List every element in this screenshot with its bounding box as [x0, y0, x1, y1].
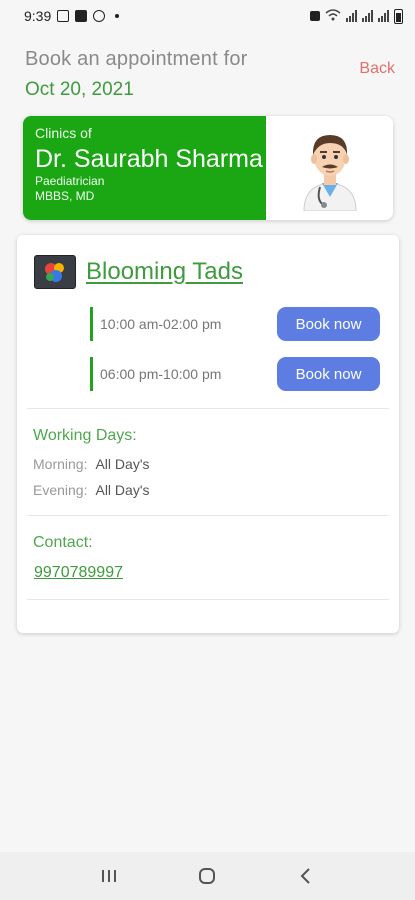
appointment-date: Oct 20, 2021	[25, 79, 134, 100]
divider	[27, 515, 389, 516]
book-now-button-1[interactable]: Book now	[277, 307, 380, 341]
book-now-button-2[interactable]: Book now	[277, 357, 380, 391]
divider	[27, 408, 389, 409]
evening-row: Evening: All Day's	[33, 482, 150, 498]
doctor-card: Clinics of Dr. Saurabh Sharma Paediatric…	[23, 116, 393, 220]
evening-label: Evening:	[33, 482, 88, 498]
recent-apps-button[interactable]	[89, 860, 129, 892]
battery-icon	[394, 8, 403, 24]
signal-icon-1	[346, 10, 357, 22]
working-days-title: Working Days:	[33, 427, 137, 444]
instagram-icon	[93, 10, 106, 22]
alarm-icon	[310, 11, 320, 21]
screen: 9:39 Book an appointment for Oct 20, 202…	[0, 0, 415, 900]
system-nav-bar	[0, 852, 415, 900]
header: Book an appointment for Oct 20, 2021 Bac…	[25, 48, 395, 101]
doctor-info: Clinics of Dr. Saurabh Sharma Paediatric…	[23, 116, 266, 220]
doctor-specialty: Paediatrician	[35, 174, 105, 188]
home-button[interactable]	[187, 860, 227, 892]
morning-value: All Day's	[95, 456, 150, 472]
doctor-avatar-icon	[266, 116, 393, 220]
clinics-of-label: Clinics of	[35, 125, 92, 141]
doctor-name: Dr. Saurabh Sharma	[35, 145, 263, 173]
back-nav-button[interactable]	[286, 860, 326, 892]
morning-label: Morning:	[33, 456, 88, 472]
more-notifications-icon	[115, 14, 120, 18]
app-notification-icon	[75, 10, 88, 22]
divider	[27, 599, 389, 600]
wifi-icon	[325, 8, 341, 24]
slot-indicator	[90, 307, 93, 341]
status-time: 9:39	[24, 8, 52, 24]
clinic-logo-icon	[34, 255, 76, 289]
clinic-name-link[interactable]: Blooming Tads	[86, 258, 243, 286]
slot-time: 06:00 pm-10:00 pm	[100, 366, 222, 382]
evening-value: All Day's	[95, 482, 150, 498]
morning-row: Morning: All Day's	[33, 456, 150, 472]
page-title: Book an appointment for	[25, 48, 248, 70]
back-button[interactable]: Back	[359, 60, 395, 78]
time-slot-1: 10:00 am-02:00 pm Book now	[90, 307, 380, 341]
doctor-degree: MBBS, MD	[35, 189, 95, 203]
contact-phone-link[interactable]: 9970789997	[34, 564, 123, 582]
status-bar: 9:39	[0, 0, 415, 32]
gallery-icon	[57, 10, 70, 22]
slot-time: 10:00 am-02:00 pm	[100, 316, 222, 332]
time-slot-2: 06:00 pm-10:00 pm Book now	[90, 357, 380, 391]
clinic-card: Blooming Tads 10:00 am-02:00 pm Book now…	[17, 235, 399, 633]
slot-indicator	[90, 357, 93, 391]
contact-title: Contact:	[33, 534, 93, 551]
clinic-header: Blooming Tads	[34, 255, 243, 289]
signal-icon-3	[378, 10, 389, 22]
signal-icon-2	[362, 10, 373, 22]
